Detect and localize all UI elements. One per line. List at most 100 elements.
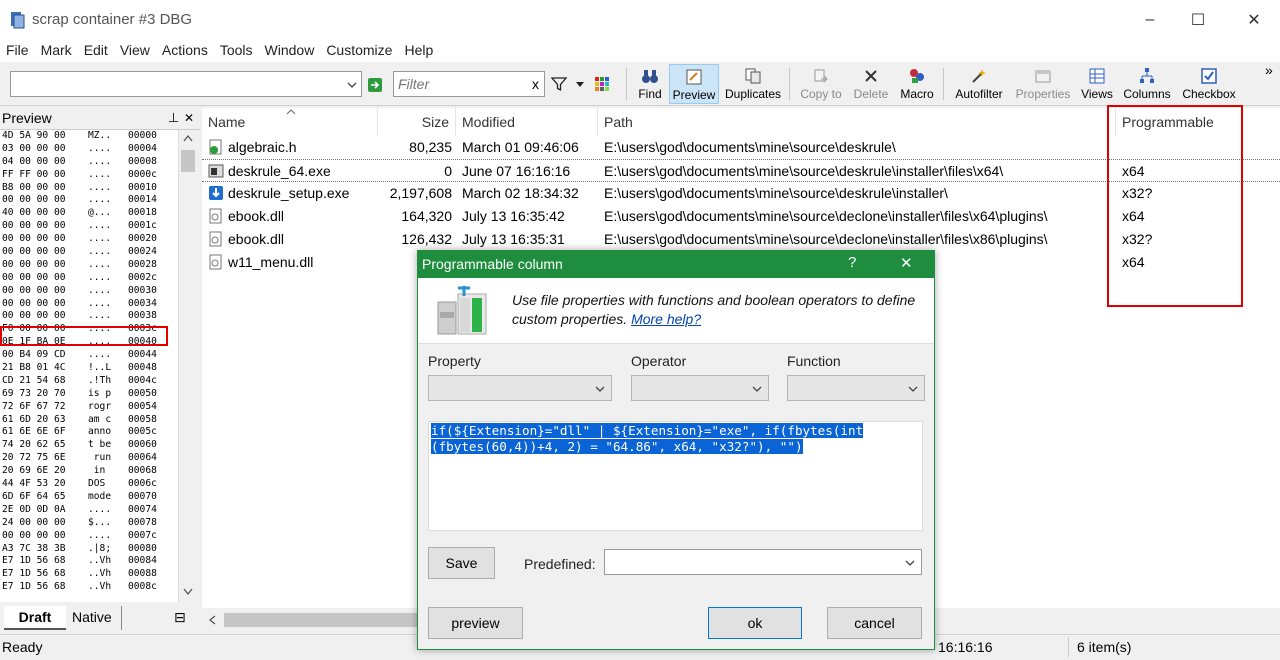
filter-clear-button[interactable]: x [532, 76, 539, 92]
expression-editor[interactable]: if(${Extension}="dll" | ${Extension}="ex… [428, 421, 923, 531]
file-modified: March 02 18:34:32 [462, 185, 579, 201]
file-size: 80,235 [409, 139, 452, 155]
hex-row: 61 6E 6E 6F anno 0005c [0, 426, 178, 439]
copy-to-label: Copy to [800, 87, 842, 101]
scroll-up-icon[interactable] [183, 134, 193, 142]
operator-select[interactable] [631, 375, 769, 401]
preview-button[interactable]: Preview [669, 64, 719, 104]
go-arrow-icon[interactable] [368, 78, 382, 92]
chevron-down-icon [752, 386, 762, 392]
hex-row: 00 00 00 00.... 0002c [0, 272, 178, 285]
column-header-size[interactable]: Size [378, 108, 456, 136]
predefined-select[interactable] [604, 549, 922, 575]
hex-ascii: .... [88, 233, 112, 245]
color-grid-icon[interactable] [595, 77, 610, 92]
filter-dropdown-icon[interactable] [575, 81, 585, 89]
function-select[interactable] [787, 375, 925, 401]
hex-bytes: 6D 6F 64 65 [2, 490, 66, 502]
property-select[interactable] [428, 375, 612, 401]
hex-row: CD 21 54 68 .!Th 0004c [0, 375, 178, 388]
hex-bytes: 00 00 00 00 [2, 246, 66, 258]
cancel-button[interactable]: cancel [827, 607, 922, 639]
preview-expression-button[interactable]: preview [428, 607, 523, 639]
hex-bytes: 72 6F 67 72 [2, 400, 66, 412]
hex-bytes: E7 1D 56 68 [2, 581, 66, 593]
hex-offset: 00028 [128, 258, 157, 270]
hex-view[interactable]: 4D 5A 90 00 MZ.. 00000 03 00 00 00.... 00004… [0, 130, 178, 602]
menu-tools[interactable]: Tools [214, 40, 259, 62]
hex-offset: 00018 [128, 207, 157, 219]
checkbox-button[interactable]: Checkbox [1178, 64, 1240, 104]
tab-menu-icon[interactable]: ⊟ [174, 609, 186, 626]
menu-help[interactable]: Help [398, 40, 439, 62]
hex-offset: 0002c [128, 271, 157, 283]
pin-icon[interactable]: ⊥ [168, 110, 179, 126]
delete-icon [865, 70, 877, 82]
close-window-button[interactable]: ✕ [1228, 0, 1280, 40]
hex-bytes: 40 00 00 00 [2, 207, 66, 219]
scroll-left-icon[interactable] [208, 615, 216, 625]
dialog-title: Programmable column [422, 256, 563, 272]
file-path: E:\users\god\documents\mine\source\deskr… [604, 163, 1004, 179]
hex-ascii: .... [88, 310, 112, 322]
delete-label: Delete [853, 87, 889, 101]
dialog-help-button[interactable]: ? [848, 254, 856, 271]
hex-offset: 00084 [128, 555, 157, 567]
checkbox-label: Checkbox [1182, 87, 1236, 101]
hex-row: 4D 5A 90 00 MZ.. 00000 [0, 130, 178, 143]
save-button[interactable]: Save [428, 547, 495, 579]
dll-file-icon [209, 254, 222, 270]
properties-button[interactable]: Properties [1012, 64, 1074, 104]
toolbar-separator [943, 68, 944, 100]
hex-offset: 0005c [128, 426, 157, 438]
macro-button[interactable]: Macro [896, 64, 938, 104]
hex-row: 00 00 00 00.... 00024 [0, 246, 178, 259]
funnel-icon[interactable] [551, 76, 567, 92]
hex-row: 6D 6F 64 65 mode 00070 [0, 491, 178, 504]
copy-to-button[interactable]: Copy to [796, 64, 846, 104]
menu-customize[interactable]: Customize [320, 40, 398, 62]
location-combo[interactable] [10, 71, 362, 97]
find-button[interactable]: Find [633, 64, 667, 104]
hex-offset: 00050 [128, 387, 157, 399]
minimize-button[interactable]: – [1124, 0, 1176, 40]
expression-line-2: (fbytes(60,4))+4, 2) = "64.86", x64, "x3… [431, 439, 803, 454]
sort-ascending-icon [286, 109, 296, 115]
menu-edit[interactable]: Edit [78, 40, 114, 62]
hex-bytes: 00 00 00 00 [2, 297, 66, 309]
close-panel-icon[interactable]: ✕ [184, 111, 194, 125]
hex-ascii: rogr [88, 400, 112, 412]
filter-input[interactable] [396, 74, 520, 94]
views-button[interactable]: Views [1078, 64, 1116, 104]
tab-native[interactable]: Native [66, 606, 122, 630]
menu-mark[interactable]: Mark [35, 40, 78, 62]
hscroll-thumb[interactable] [224, 613, 424, 627]
columns-button[interactable]: Columns [1120, 64, 1174, 104]
hex-bytes: 44 4F 53 20 [2, 478, 66, 490]
autofilter-button[interactable]: Autofilter [950, 64, 1008, 104]
hex-ascii: .... [88, 194, 112, 206]
column-header-path[interactable]: Path [598, 108, 1116, 136]
hex-scroll-thumb[interactable] [181, 150, 195, 172]
hex-bytes: 20 72 75 6E [2, 452, 66, 464]
preview-icon [686, 69, 702, 85]
column-header-name[interactable]: Name [202, 108, 378, 136]
more-help-link[interactable]: More help? [631, 311, 701, 327]
menu-view[interactable]: View [114, 40, 156, 62]
tab-native-label: Native [72, 609, 112, 625]
toolbar-overflow-button[interactable]: » [1265, 62, 1273, 78]
column-header-modified[interactable]: Modified [456, 108, 598, 136]
duplicates-button[interactable]: Duplicates [722, 64, 784, 104]
ok-button[interactable]: ok [708, 607, 802, 639]
column-name-label: Name [208, 114, 246, 130]
delete-button[interactable]: Delete [850, 64, 892, 104]
maximize-button[interactable]: ☐ [1172, 0, 1224, 40]
dialog-close-button[interactable]: ✕ [900, 254, 913, 272]
tab-draft[interactable]: Draft [4, 606, 66, 630]
minimize-icon: – [1145, 11, 1155, 28]
menu-actions[interactable]: Actions [156, 40, 214, 62]
menu-file[interactable]: File [0, 40, 35, 62]
menu-window[interactable]: Window [259, 40, 321, 62]
hex-scrollbar[interactable] [178, 130, 196, 602]
scroll-down-icon[interactable] [183, 588, 193, 596]
